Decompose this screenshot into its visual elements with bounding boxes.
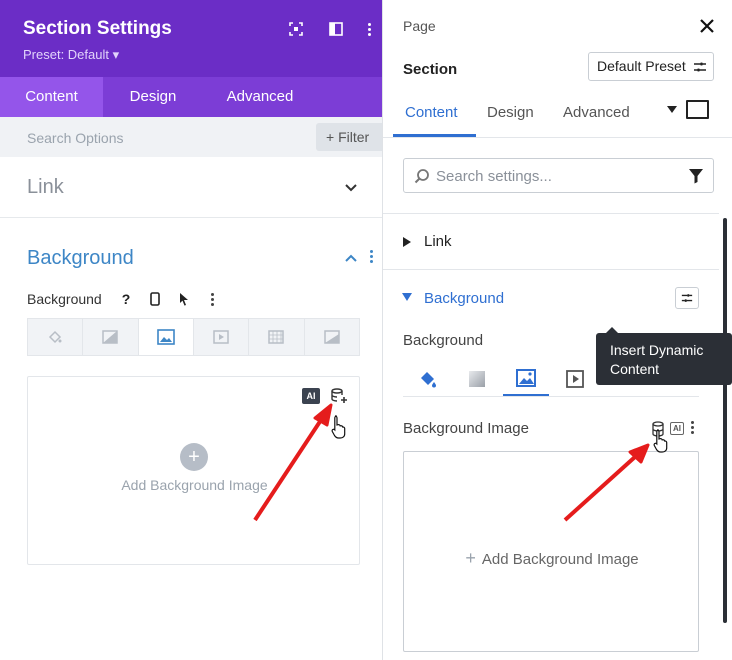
tooltip-arrow (606, 327, 618, 333)
link-group-title[interactable]: Link (424, 233, 452, 250)
add-background-image-label: Add Background Image (481, 551, 639, 568)
preset-button-label: Default Preset (597, 58, 686, 74)
active-tab-indicator (393, 134, 476, 137)
add-background-image-label[interactable]: Add Background Image (28, 477, 361, 493)
chevron-up-icon[interactable] (344, 251, 358, 265)
video-icon (566, 370, 584, 388)
color-type-tab[interactable] (405, 362, 451, 396)
split-view-icon[interactable] (327, 20, 345, 38)
preset-dropdown[interactable]: Preset: Default ▾ (23, 47, 119, 63)
type-tabs-baseline (403, 396, 699, 397)
gradient-type-tab[interactable] (83, 319, 139, 355)
add-background-image-button[interactable]: + Add Background Image (404, 548, 700, 569)
gradient-type-tab[interactable] (454, 362, 500, 396)
new-settings-panel: Page Section Default Preset Content Desi… (382, 0, 732, 660)
scrollbar[interactable] (723, 218, 727, 623)
sliders-icon (694, 62, 706, 72)
left-tab-bar: Content Design Advanced (0, 77, 382, 117)
background-image-dropzone[interactable]: AI + Add Background Image (27, 376, 360, 565)
search-input[interactable]: Search settings... (436, 168, 552, 185)
field-options-icon[interactable] (202, 289, 222, 309)
group-preset-button[interactable] (675, 287, 699, 309)
divider (383, 213, 719, 214)
background-field-label: Background (403, 332, 484, 349)
video-type-tab[interactable] (193, 319, 250, 355)
caret-down-icon[interactable] (402, 293, 412, 301)
dynamic-content-icon[interactable] (330, 387, 348, 405)
gradient-icon (102, 330, 119, 344)
image-type-tab[interactable] (138, 319, 194, 355)
sliders-icon (681, 294, 693, 302)
caret-right-icon[interactable] (403, 237, 411, 247)
dynamic-content-icon[interactable] (651, 421, 665, 437)
video-icon (213, 330, 229, 344)
background-group-title[interactable]: Background (27, 247, 134, 270)
background-field-label: Background (27, 291, 102, 307)
paint-bucket-icon (421, 372, 436, 388)
field-options-icon[interactable] (691, 421, 694, 434)
hover-state-icon[interactable] (174, 289, 194, 309)
search-input[interactable]: Search Options (27, 130, 124, 146)
tooltip-text-line1: Insert Dynamic (610, 342, 704, 358)
settings-search-box[interactable]: Search settings... (403, 158, 714, 193)
search-icon (414, 169, 429, 184)
ai-button[interactable]: AI (302, 388, 320, 404)
tab-advanced[interactable]: Advanced (203, 77, 317, 117)
options-search-bar: Search Options + Filter (0, 117, 386, 157)
tab-content[interactable]: Content (405, 104, 458, 121)
preset-button[interactable]: Default Preset (588, 52, 714, 81)
group-options-icon[interactable] (370, 250, 373, 263)
background-type-tabs (27, 318, 360, 356)
help-glyph: ? (121, 291, 131, 307)
tab-design[interactable]: Design (103, 77, 203, 117)
background-image-dropzone[interactable]: + Add Background Image (403, 451, 699, 652)
gradient-icon (469, 371, 485, 387)
tooltip-text-line2: Content (610, 361, 660, 377)
filter-icon[interactable] (688, 168, 704, 184)
breadcrumb[interactable]: Page (403, 18, 436, 34)
desktop-view-icon[interactable] (686, 100, 709, 119)
image-type-tab[interactable] (503, 362, 549, 396)
element-name: Section (403, 61, 458, 78)
responsive-icon[interactable] (145, 289, 165, 309)
help-icon[interactable]: ? (116, 289, 136, 309)
image-icon (157, 329, 175, 345)
tab-advanced[interactable]: Advanced (563, 104, 630, 121)
pattern-icon (268, 330, 285, 344)
add-image-plus-icon[interactable]: + (180, 443, 208, 471)
divider (383, 269, 719, 270)
panel-header: Section Settings Preset: Default ▾ (0, 0, 382, 77)
caret-down-icon[interactable] (667, 106, 677, 114)
mask-type-tab[interactable] (304, 319, 359, 355)
chevron-down-icon (345, 184, 357, 192)
legacy-settings-panel: Section Settings Preset: Default ▾ Conte… (0, 0, 386, 660)
right-tab-bar: Content Design Advanced (383, 92, 732, 138)
background-image-label: Background Image (403, 420, 529, 437)
insert-dynamic-content-tooltip: Insert Dynamic Content (596, 327, 732, 385)
plus-icon: + (465, 548, 476, 568)
link-group-title: Link (27, 176, 64, 198)
tab-design[interactable]: Design (487, 104, 534, 121)
color-type-tab[interactable] (28, 319, 84, 355)
filter-button[interactable]: + Filter (316, 123, 386, 151)
video-type-tab[interactable] (552, 362, 598, 396)
more-options-icon[interactable] (360, 20, 378, 38)
pattern-type-tab[interactable] (249, 319, 305, 355)
image-icon (516, 369, 536, 387)
link-toggle-group[interactable]: Link (0, 157, 382, 218)
tab-content[interactable]: Content (0, 77, 103, 117)
mask-icon (324, 330, 340, 344)
background-group-title[interactable]: Background (424, 290, 504, 307)
ai-button[interactable]: AI (670, 422, 684, 435)
fullscreen-icon[interactable] (287, 20, 305, 38)
panel-title: Section Settings (23, 18, 172, 39)
paint-bucket-icon (49, 330, 62, 344)
close-icon[interactable] (699, 18, 715, 34)
